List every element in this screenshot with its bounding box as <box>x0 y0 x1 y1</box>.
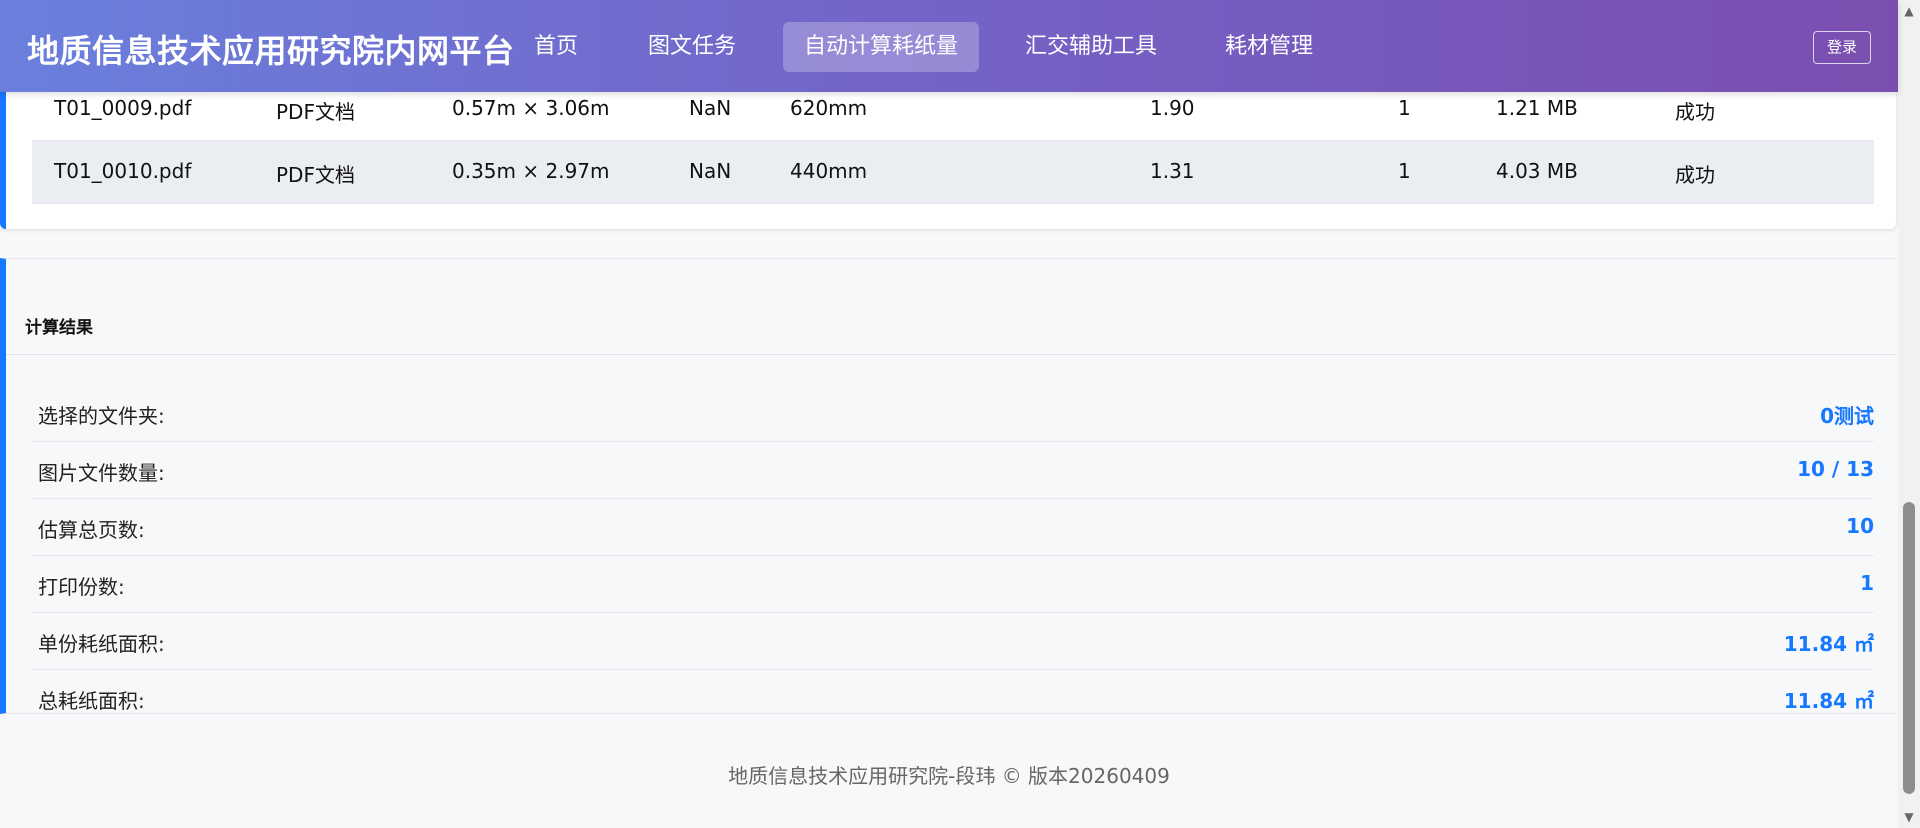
result-label: 选择的文件夹: <box>38 404 165 428</box>
result-label: 打印份数: <box>38 575 125 599</box>
result-label: 估算总页数: <box>38 518 145 542</box>
file-print-width: 440mm <box>790 159 868 183</box>
scrollbar-thumb[interactable] <box>1903 502 1915 794</box>
nav-graphic-tasks[interactable]: 图文任务 <box>627 22 757 72</box>
result-value: 11.84 ㎡ <box>1783 689 1874 713</box>
file-status: 成功 <box>1675 100 1715 124</box>
file-area: 1.90 <box>1150 96 1195 120</box>
file-name: T01_0010.pdf <box>54 159 192 183</box>
nav-submission-tools[interactable]: 汇交辅助工具 <box>1004 22 1178 72</box>
file-dpi: NaN <box>689 159 732 183</box>
table-row[interactable]: T01_0010.pdf PDF文档 0.35m × 2.97m NaN 440… <box>32 141 1874 204</box>
result-row-copies: 打印份数: 1 <box>32 555 1874 613</box>
result-label: 图片文件数量: <box>38 461 165 485</box>
file-name: T01_0009.pdf <box>54 96 192 120</box>
nav-auto-paper-calc[interactable]: 自动计算耗纸量 <box>783 22 980 72</box>
page: T01_0009.pdf PDF文档 0.57m × 3.06m NaN 620… <box>0 0 1920 828</box>
result-row-total-area: 总耗纸面积: 11.84 ㎡ <box>32 669 1874 726</box>
result-label: 单份耗纸面积: <box>38 632 165 656</box>
result-row-unit-area: 单份耗纸面积: 11.84 ㎡ <box>32 612 1874 670</box>
file-status: 成功 <box>1675 163 1715 187</box>
file-area: 1.31 <box>1150 159 1195 183</box>
result-value: 10 / 13 <box>1797 457 1874 481</box>
file-dimensions: 0.35m × 2.97m <box>452 159 610 183</box>
result-row-pages: 估算总页数: 10 <box>32 498 1874 556</box>
file-type: PDF文档 <box>276 163 355 187</box>
file-copies: 1 <box>1398 159 1411 183</box>
result-row-folder: 选择的文件夹: 0测试 <box>32 384 1874 442</box>
nav-consumables[interactable]: 耗材管理 <box>1204 22 1334 72</box>
brand-title[interactable]: 地质信息技术应用研究院内网平台 <box>27 26 515 72</box>
triangle-down-icon[interactable]: ▼ <box>1902 810 1916 824</box>
result-value: 0测试 <box>1820 404 1874 428</box>
footer-text: 地质信息技术应用研究院-段玮 © 版本20260409 <box>728 764 1170 788</box>
result-value: 10 <box>1846 514 1874 538</box>
file-dimensions: 0.57m × 3.06m <box>452 96 610 120</box>
result-value: 11.84 ㎡ <box>1783 632 1874 656</box>
nav-home[interactable]: 首页 <box>513 22 599 72</box>
result-value: 1 <box>1860 571 1874 595</box>
file-dpi: NaN <box>689 96 732 120</box>
file-type: PDF文档 <box>276 100 355 124</box>
top-navbar: 地质信息技术应用研究院内网平台 首页 图文任务 自动计算耗纸量 汇交辅助工具 耗… <box>0 0 1898 92</box>
file-print-width: 620mm <box>790 96 868 120</box>
login-button[interactable]: 登录 <box>1813 31 1871 64</box>
calc-result-card: 计算结果 选择的文件夹: 0测试 图片文件数量: 10 / 13 估算总页数: … <box>0 258 1896 714</box>
result-row-image-count: 图片文件数量: 10 / 13 <box>32 441 1874 499</box>
vertical-scrollbar[interactable]: ▲ ▼ <box>1898 0 1920 828</box>
result-label: 总耗纸面积: <box>38 689 145 713</box>
file-size: 1.21 MB <box>1496 96 1578 120</box>
result-title: 计算结果 <box>25 318 93 338</box>
divider <box>6 354 1896 355</box>
triangle-up-icon[interactable]: ▲ <box>1902 4 1916 18</box>
file-size: 4.03 MB <box>1496 159 1578 183</box>
file-copies: 1 <box>1398 96 1411 120</box>
